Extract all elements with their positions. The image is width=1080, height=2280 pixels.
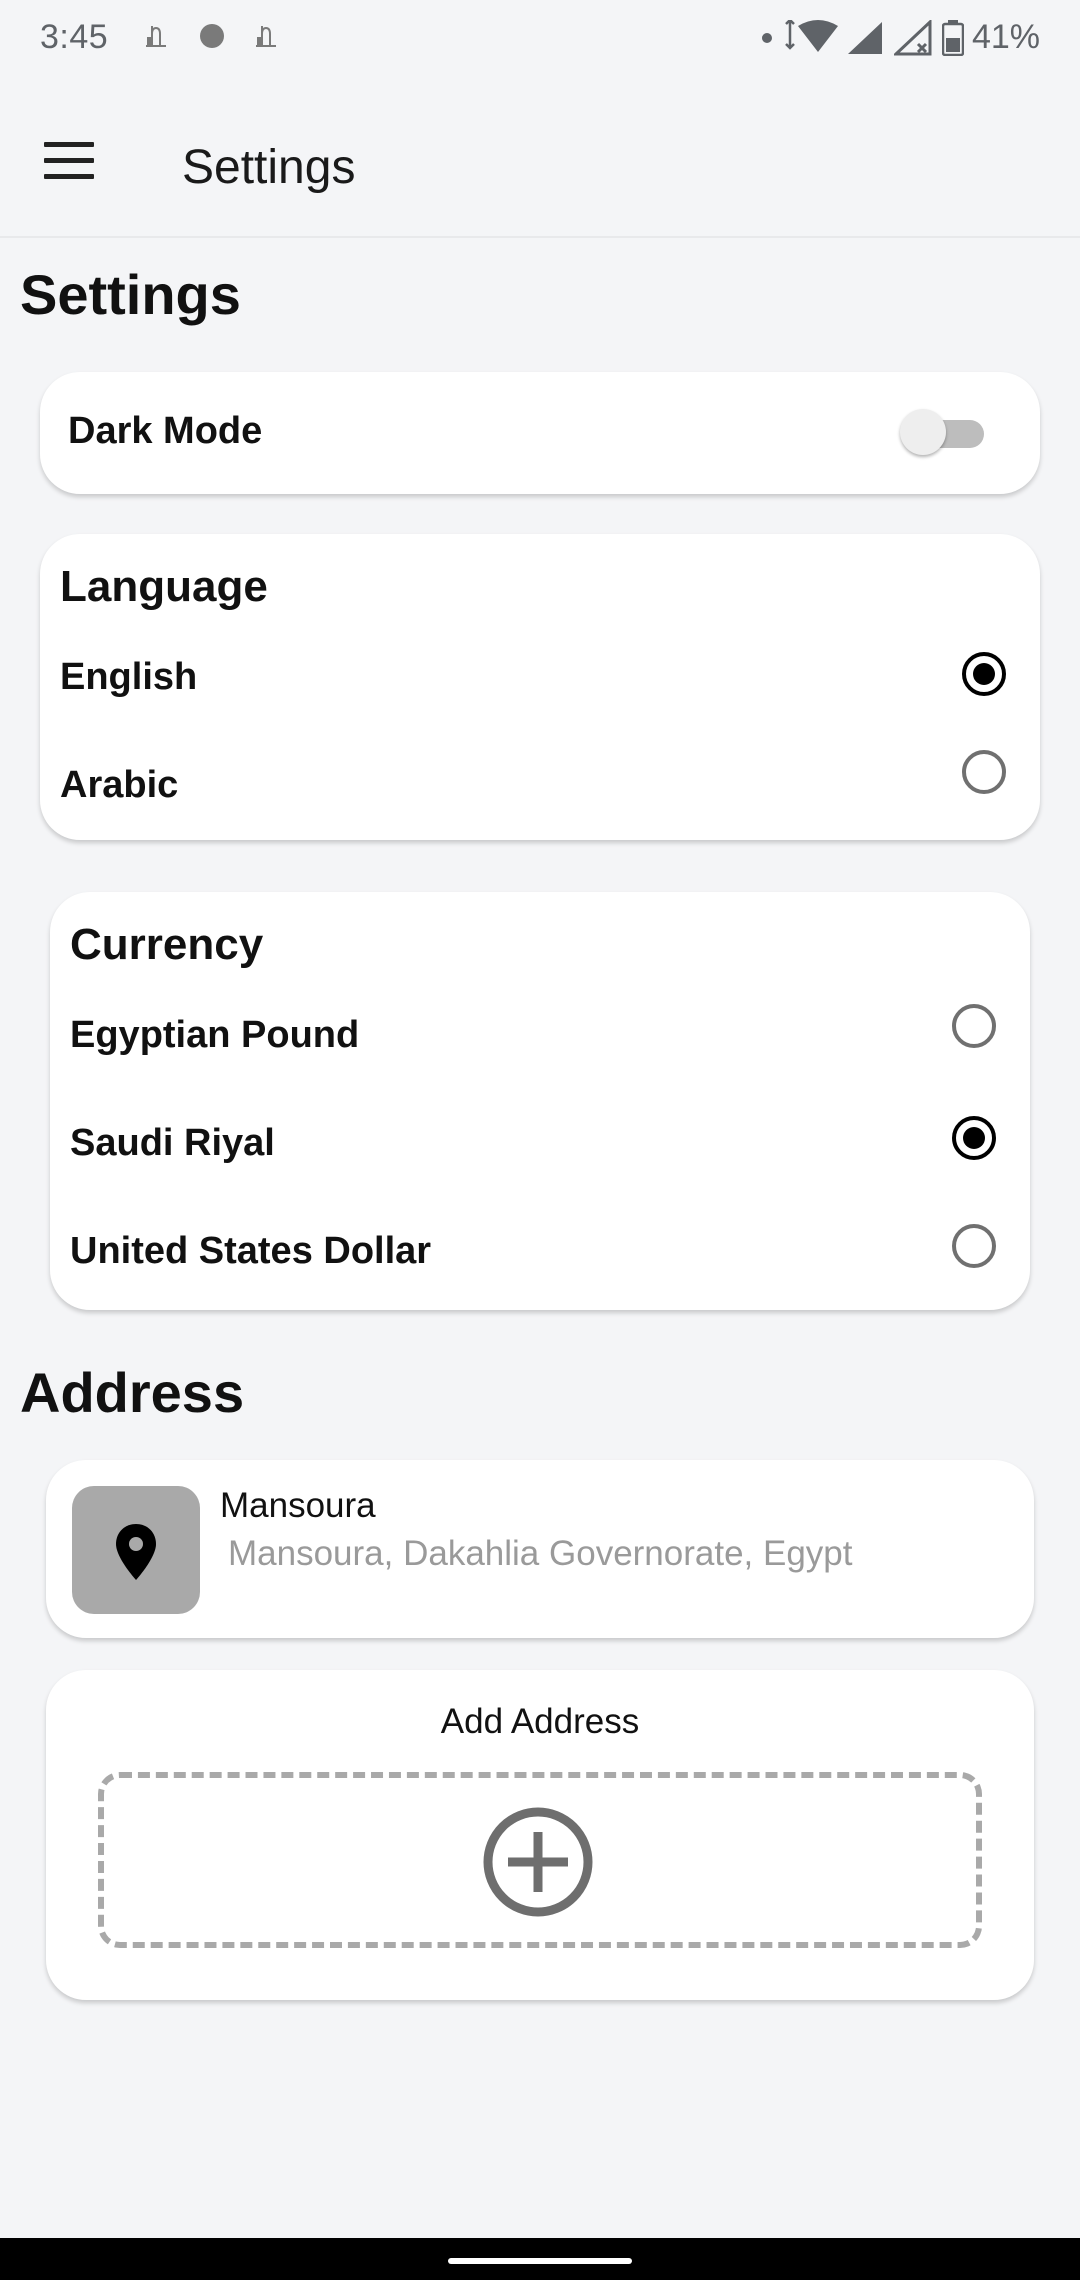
status-time: 3:45 bbox=[40, 18, 109, 56]
app-bar: Settings bbox=[0, 80, 1080, 238]
dark-mode-card: Dark Mode bbox=[40, 372, 1040, 494]
add-address-card: Add Address bbox=[46, 1670, 1034, 2000]
location-pin-box bbox=[72, 1486, 200, 1614]
mosque-icon bbox=[146, 26, 166, 47]
home-gesture-handle[interactable] bbox=[448, 2258, 632, 2264]
battery-percent: 41% bbox=[971, 18, 1040, 56]
signal-no-service-icon bbox=[893, 19, 932, 55]
status-bar: 3:45 41% bbox=[0, 0, 1080, 80]
toggle-thumb bbox=[900, 409, 946, 455]
system-nav-bar bbox=[0, 2238, 1080, 2280]
language-card: Language English Arabic bbox=[40, 534, 1040, 840]
hamburger-menu-icon[interactable] bbox=[44, 142, 96, 179]
wifi-icon bbox=[785, 19, 838, 52]
currency-option-saudi-riyal[interactable]: Saudi Riyal bbox=[50, 1100, 1030, 1190]
language-option-arabic[interactable]: Arabic bbox=[40, 742, 1040, 832]
add-address-label: Add Address bbox=[440, 1702, 640, 1741]
currency-option-egyptian-pound[interactable]: Egyptian Pound bbox=[50, 992, 1030, 1082]
dark-mode-toggle[interactable] bbox=[900, 409, 986, 455]
option-label: Arabic bbox=[60, 764, 179, 806]
signal-icon bbox=[847, 21, 882, 54]
address-detail: Mansoura, Dakahlia Governorate, Egypt bbox=[228, 1534, 853, 1573]
app-bar-title: Settings bbox=[182, 141, 356, 194]
radio-button[interactable] bbox=[952, 1004, 996, 1048]
language-title: Language bbox=[60, 562, 268, 611]
dot-icon bbox=[761, 32, 772, 43]
option-label: Saudi Riyal bbox=[70, 1122, 275, 1164]
address-name: Mansoura bbox=[220, 1486, 376, 1525]
location-pin-icon bbox=[116, 1524, 156, 1580]
currency-card: Currency Egyptian Pound Saudi Riyal Unit… bbox=[50, 892, 1030, 1310]
status-right: 41% bbox=[760, 18, 1040, 57]
address-title: Address bbox=[20, 1361, 245, 1424]
circle-icon bbox=[200, 24, 224, 48]
radio-button[interactable] bbox=[952, 1224, 996, 1268]
address-item[interactable]: Mansoura Mansoura, Dakahlia Governorate,… bbox=[46, 1460, 1034, 1638]
add-circle-icon[interactable] bbox=[482, 1806, 594, 1918]
radio-button-checked[interactable] bbox=[962, 652, 1006, 696]
page-title: Settings bbox=[20, 263, 241, 326]
radio-button-checked[interactable] bbox=[952, 1116, 996, 1160]
option-label: English bbox=[60, 656, 198, 698]
currency-title: Currency bbox=[70, 920, 264, 969]
currency-option-us-dollar[interactable]: United States Dollar bbox=[50, 1208, 1030, 1298]
radio-button[interactable] bbox=[962, 750, 1006, 794]
option-label: United States Dollar bbox=[70, 1230, 432, 1272]
language-option-english[interactable]: English bbox=[40, 634, 1040, 724]
mosque-icon bbox=[256, 26, 276, 47]
dark-mode-label: Dark Mode bbox=[68, 410, 263, 452]
battery-icon bbox=[941, 19, 964, 56]
option-label: Egyptian Pound bbox=[70, 1014, 360, 1056]
